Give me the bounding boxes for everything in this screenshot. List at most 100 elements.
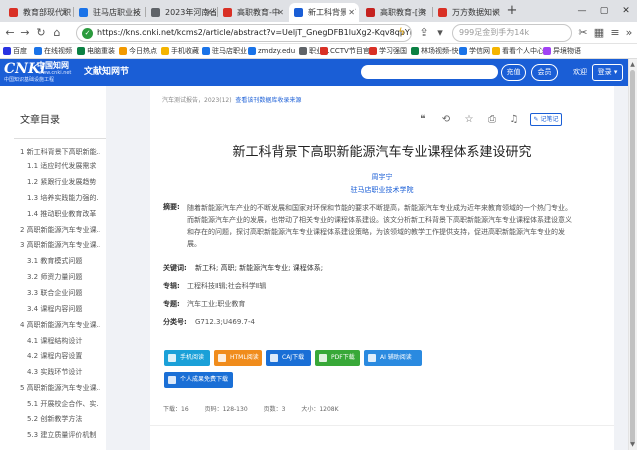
bookmark-item[interactable]: 电脑重装: [76, 45, 115, 58]
close-tab-icon[interactable]: ✕: [59, 3, 68, 22]
bookmark-label: 学信网: [469, 47, 490, 55]
browser-tab[interactable]: 2023年河南省 ✕: [146, 3, 216, 22]
share-icon[interactable]: ⇪: [417, 25, 431, 41]
browser-tab[interactable]: 万方数据知识 ✕: [433, 3, 503, 22]
close-tab-icon[interactable]: ✕: [346, 3, 355, 22]
apps-icon[interactable]: ▦: [592, 25, 606, 41]
toc-subsection-link[interactable]: 5.3 建立质量评价机制: [27, 430, 99, 440]
recharge-button[interactable]: 充值: [501, 64, 526, 81]
bookmark-item[interactable]: 看看个人中心: [491, 45, 544, 58]
ai-icon: [368, 354, 376, 362]
bookmark-item[interactable]: 在线视频: [33, 45, 72, 58]
bookmark-icon: [202, 47, 210, 55]
forward-icon[interactable]: →: [18, 25, 32, 41]
dropdown-icon[interactable]: ▾: [433, 25, 447, 41]
back-icon[interactable]: ←: [3, 25, 17, 41]
bookmark-item[interactable]: 学信网: [458, 45, 490, 58]
star-icon[interactable]: ☆: [463, 114, 475, 126]
close-tab-icon[interactable]: ✕: [131, 3, 140, 22]
bookmark-item[interactable]: 手机收藏: [160, 45, 199, 58]
toc-subsection-link[interactable]: 3.4 课程内容问题: [27, 304, 99, 314]
toc-section-link[interactable]: 4 高职新能源汽车专业课...: [20, 320, 100, 330]
toc-subsection-link[interactable]: 4.3 实践环节设计: [27, 367, 99, 377]
address-bar[interactable]: ✓ https://kns.cnki.net/kcms2/article/abs…: [76, 24, 412, 42]
bookmark-icon: [77, 47, 85, 55]
toc-subsection-link[interactable]: 3.3 联合企业问题: [27, 288, 99, 298]
close-tab-icon[interactable]: ✕: [203, 3, 212, 22]
journal-source-link[interactable]: 查看该刊数据库收录来源: [235, 97, 301, 104]
series-label: 专辑:: [163, 282, 180, 290]
toc-subsection-link[interactable]: 1.4 推动职业教育改革: [27, 209, 99, 219]
scrollbar-thumb[interactable]: [630, 70, 635, 445]
take-note-button[interactable]: ✎ 记笔记: [530, 113, 562, 126]
page-count: 页数：3: [263, 406, 286, 413]
member-button[interactable]: 会员: [531, 64, 558, 81]
lightning-icon[interactable]: ϟ: [398, 25, 405, 41]
toc-section-link[interactable]: 5 高职新能源汽车专业课...: [20, 383, 100, 393]
toc-section-link[interactable]: 3 高职新能源汽车专业课...: [20, 240, 100, 250]
journal-line[interactable]: 汽车测试报告，2023(12): [162, 97, 232, 104]
browser-tab-active[interactable]: 新工科背景下 ✕: [289, 3, 359, 22]
site-title[interactable]: 文献知网节: [84, 65, 129, 80]
organization-link[interactable]: 驻马店职业技术学院: [150, 185, 614, 195]
toc-subsection-link[interactable]: 1.3 培养实践能力强的...: [27, 193, 99, 203]
bookmark-item[interactable]: 异境物语: [542, 45, 581, 58]
browser-tab[interactable]: 高职教育-中 ✕: [218, 3, 288, 22]
pdf-download-button[interactable]: PDF下载: [315, 350, 360, 366]
maximize-icon[interactable]: ▢: [593, 0, 615, 22]
minimize-icon[interactable]: —: [571, 0, 593, 22]
share-icon[interactable]: ⟲: [440, 114, 452, 126]
close-tab-icon[interactable]: ✕: [275, 3, 284, 22]
toc-subsection-link[interactable]: 5.2 创新教学方法: [27, 414, 99, 424]
quote-icon[interactable]: ❝: [417, 114, 429, 126]
bookmark-item[interactable]: 林场视频-快: [410, 45, 459, 58]
more-icon[interactable]: »: [622, 25, 636, 41]
cnki-logo[interactable]: CNKi 中国知网 www.cnki.net 中国知识基础设施工程: [4, 62, 76, 84]
ai-assist-button[interactable]: AI 辅助阅读: [364, 350, 422, 366]
bookmark-item[interactable]: 驻马店职业: [201, 45, 247, 58]
bookmark-item[interactable]: zmdzy.edu: [247, 45, 295, 58]
browser-search-input[interactable]: 999足金到手为14k: [452, 24, 572, 42]
close-tab-icon[interactable]: ✕: [490, 3, 499, 22]
author-link[interactable]: 周宇宁: [150, 172, 614, 182]
toc-section-link[interactable]: 2 高职新能源汽车专业课...: [20, 225, 100, 235]
toc-subsection-link[interactable]: 4.1 课程结构设计: [27, 336, 99, 346]
toc-subsection-link[interactable]: 3.2 师资力量问题: [27, 272, 99, 282]
toc-subsection-link[interactable]: 3.1 教育模式问题: [27, 256, 99, 266]
menu-icon[interactable]: ≡: [608, 25, 622, 41]
toc-subsection-link[interactable]: 1.2 紧跟行业发展趋势: [27, 177, 99, 187]
bookmark-item[interactable]: 百度: [2, 45, 27, 58]
bookmark-item[interactable]: 学习强国: [368, 45, 407, 58]
browser-tab[interactable]: 教育部现代职 ✕: [4, 3, 72, 22]
login-button[interactable]: 登录 ▾: [592, 64, 623, 81]
extensions-icon[interactable]: ✂: [576, 25, 590, 41]
home-icon[interactable]: ⌂: [50, 25, 64, 41]
keywords-value[interactable]: 新工科; 高职; 新能源汽车专业; 课程体系;: [195, 263, 323, 274]
toc-section-link[interactable]: 1 新工科背景下高职新能...: [20, 147, 100, 157]
logo-subtitle: 中国知识基础设施工程: [4, 77, 55, 83]
window-controls: — ▢ ✕: [571, 0, 637, 22]
scroll-down-icon[interactable]: ▼: [628, 440, 637, 449]
site-search-input[interactable]: [361, 65, 498, 79]
personal-download-button[interactable]: 个人成果免费下载: [164, 372, 233, 388]
mobile-read-button[interactable]: 手机阅读: [164, 350, 210, 366]
new-tab-button[interactable]: +: [505, 3, 519, 19]
browser-tab[interactable]: 高职教育-[资 ✕: [361, 3, 431, 22]
html-read-button[interactable]: HTML阅读: [214, 350, 262, 366]
bell-icon[interactable]: ♫: [508, 114, 520, 126]
toc-subsection-link[interactable]: 4.2 课程内容设置: [27, 351, 99, 361]
caj-download-button[interactable]: CAJ下载: [266, 350, 311, 366]
scroll-up-icon[interactable]: ▲: [628, 60, 637, 69]
bookmark-icon: [411, 47, 419, 55]
toc-subsection-link[interactable]: 5.1 开展校企合作、实...: [27, 399, 99, 409]
toc-subsection-link[interactable]: 1.1 适应时代发展需求: [27, 161, 99, 171]
bookmark-item[interactable]: CCTV节目官: [319, 45, 370, 58]
print-icon[interactable]: ⎙: [486, 114, 498, 126]
close-tab-icon[interactable]: ✕: [418, 3, 427, 22]
bookmark-item[interactable]: 今日热点: [118, 45, 157, 58]
bookmark-icon: [34, 47, 42, 55]
reload-icon[interactable]: ↻: [34, 25, 48, 41]
close-window-icon[interactable]: ✕: [615, 0, 637, 22]
browser-tab[interactable]: 驻马店职业技 ✕: [74, 3, 144, 22]
tab-label: 高职教育-中: [237, 8, 280, 17]
